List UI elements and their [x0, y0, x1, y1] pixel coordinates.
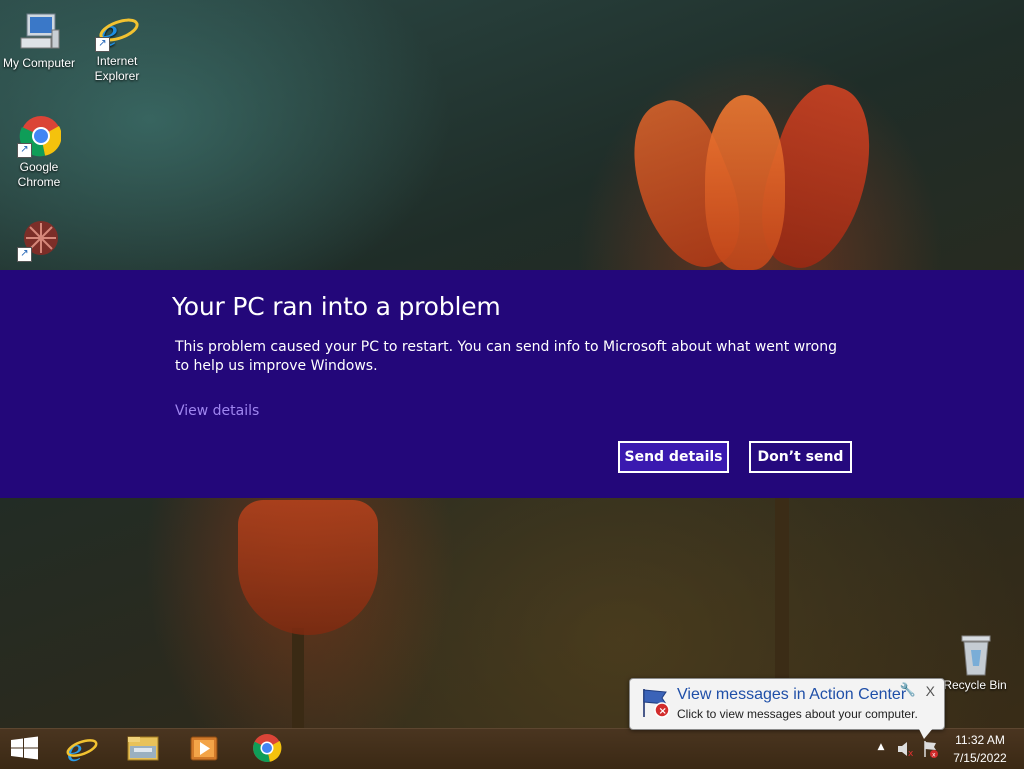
desktop-icon-internet-explorer[interactable]: e ↗ Internet Explorer — [79, 8, 155, 84]
notification-text: Click to view messages about your comput… — [677, 707, 918, 721]
chrome-icon — [253, 734, 282, 762]
shortcut-arrow-icon: ↗ — [95, 37, 110, 52]
taskbar-chrome[interactable] — [240, 728, 294, 768]
start-button[interactable] — [0, 728, 54, 768]
recycle-bin-icon — [953, 632, 997, 676]
windows-start-icon — [11, 736, 38, 760]
action-center-flag-icon: × — [639, 686, 673, 720]
taskbar-media-player[interactable] — [177, 728, 231, 768]
computer-icon — [17, 10, 61, 54]
desktop-icon-google-chrome[interactable]: ↗ Google Chrome — [1, 114, 77, 190]
show-hidden-icons-arrow[interactable]: ▲ — [874, 742, 888, 756]
internet-explorer-icon: e ↗ — [95, 8, 139, 56]
taskbar-internet-explorer[interactable]: e — [54, 728, 108, 769]
shortcut-arrow-icon: ↗ — [17, 247, 32, 262]
error-title: Your PC ran into a problem — [172, 292, 501, 321]
action-center-notification[interactable]: × View messages in Action Center Click t… — [629, 678, 945, 730]
view-details-link[interactable]: View details — [175, 403, 259, 419]
wrench-icon[interactable]: 🔧 — [900, 683, 916, 698]
send-details-button[interactable]: Send details — [618, 441, 729, 473]
svg-text:x: x — [932, 752, 936, 759]
desktop-icon-label: Google Chrome — [17, 160, 61, 189]
chrome-icon: ↗ — [17, 114, 62, 158]
clock-time[interactable]: 11:32 AM — [945, 733, 1015, 747]
svg-text:×: × — [659, 706, 667, 717]
notification-tail — [918, 727, 934, 739]
desktop-icon-recycle-bin[interactable]: Recycle Bin — [937, 632, 1013, 693]
clock-date[interactable]: 7/15/2022 — [945, 751, 1015, 765]
svg-text:x: x — [908, 749, 914, 759]
shortcut-arrow-icon: ↗ — [17, 143, 32, 158]
desktop-icon-my-computer[interactable]: My Computer — [1, 10, 77, 71]
error-message: This problem caused your PC to restart. … — [175, 339, 837, 374]
file-explorer-icon — [127, 736, 159, 761]
dont-send-button[interactable]: Don’t send — [749, 441, 852, 473]
internet-explorer-icon: e — [66, 732, 98, 769]
desktop-icon-unknown[interactable]: ↗ — [1, 218, 77, 270]
desktop-icon-label: Recycle Bin — [943, 678, 1007, 692]
taskbar-file-explorer[interactable] — [116, 728, 170, 768]
snowflake-app-icon: ↗ — [17, 218, 61, 262]
desktop-icon-label: Internet Explorer — [94, 54, 140, 83]
action-center-flag-icon[interactable]: x — [921, 739, 941, 759]
desktop-icon-label: My Computer — [2, 56, 76, 70]
close-icon[interactable]: X — [926, 683, 935, 699]
notification-title: View messages in Action Center — [677, 686, 907, 703]
error-dialog-band — [0, 270, 1024, 498]
volume-muted-icon[interactable]: x — [896, 739, 916, 759]
media-player-icon — [190, 736, 218, 761]
